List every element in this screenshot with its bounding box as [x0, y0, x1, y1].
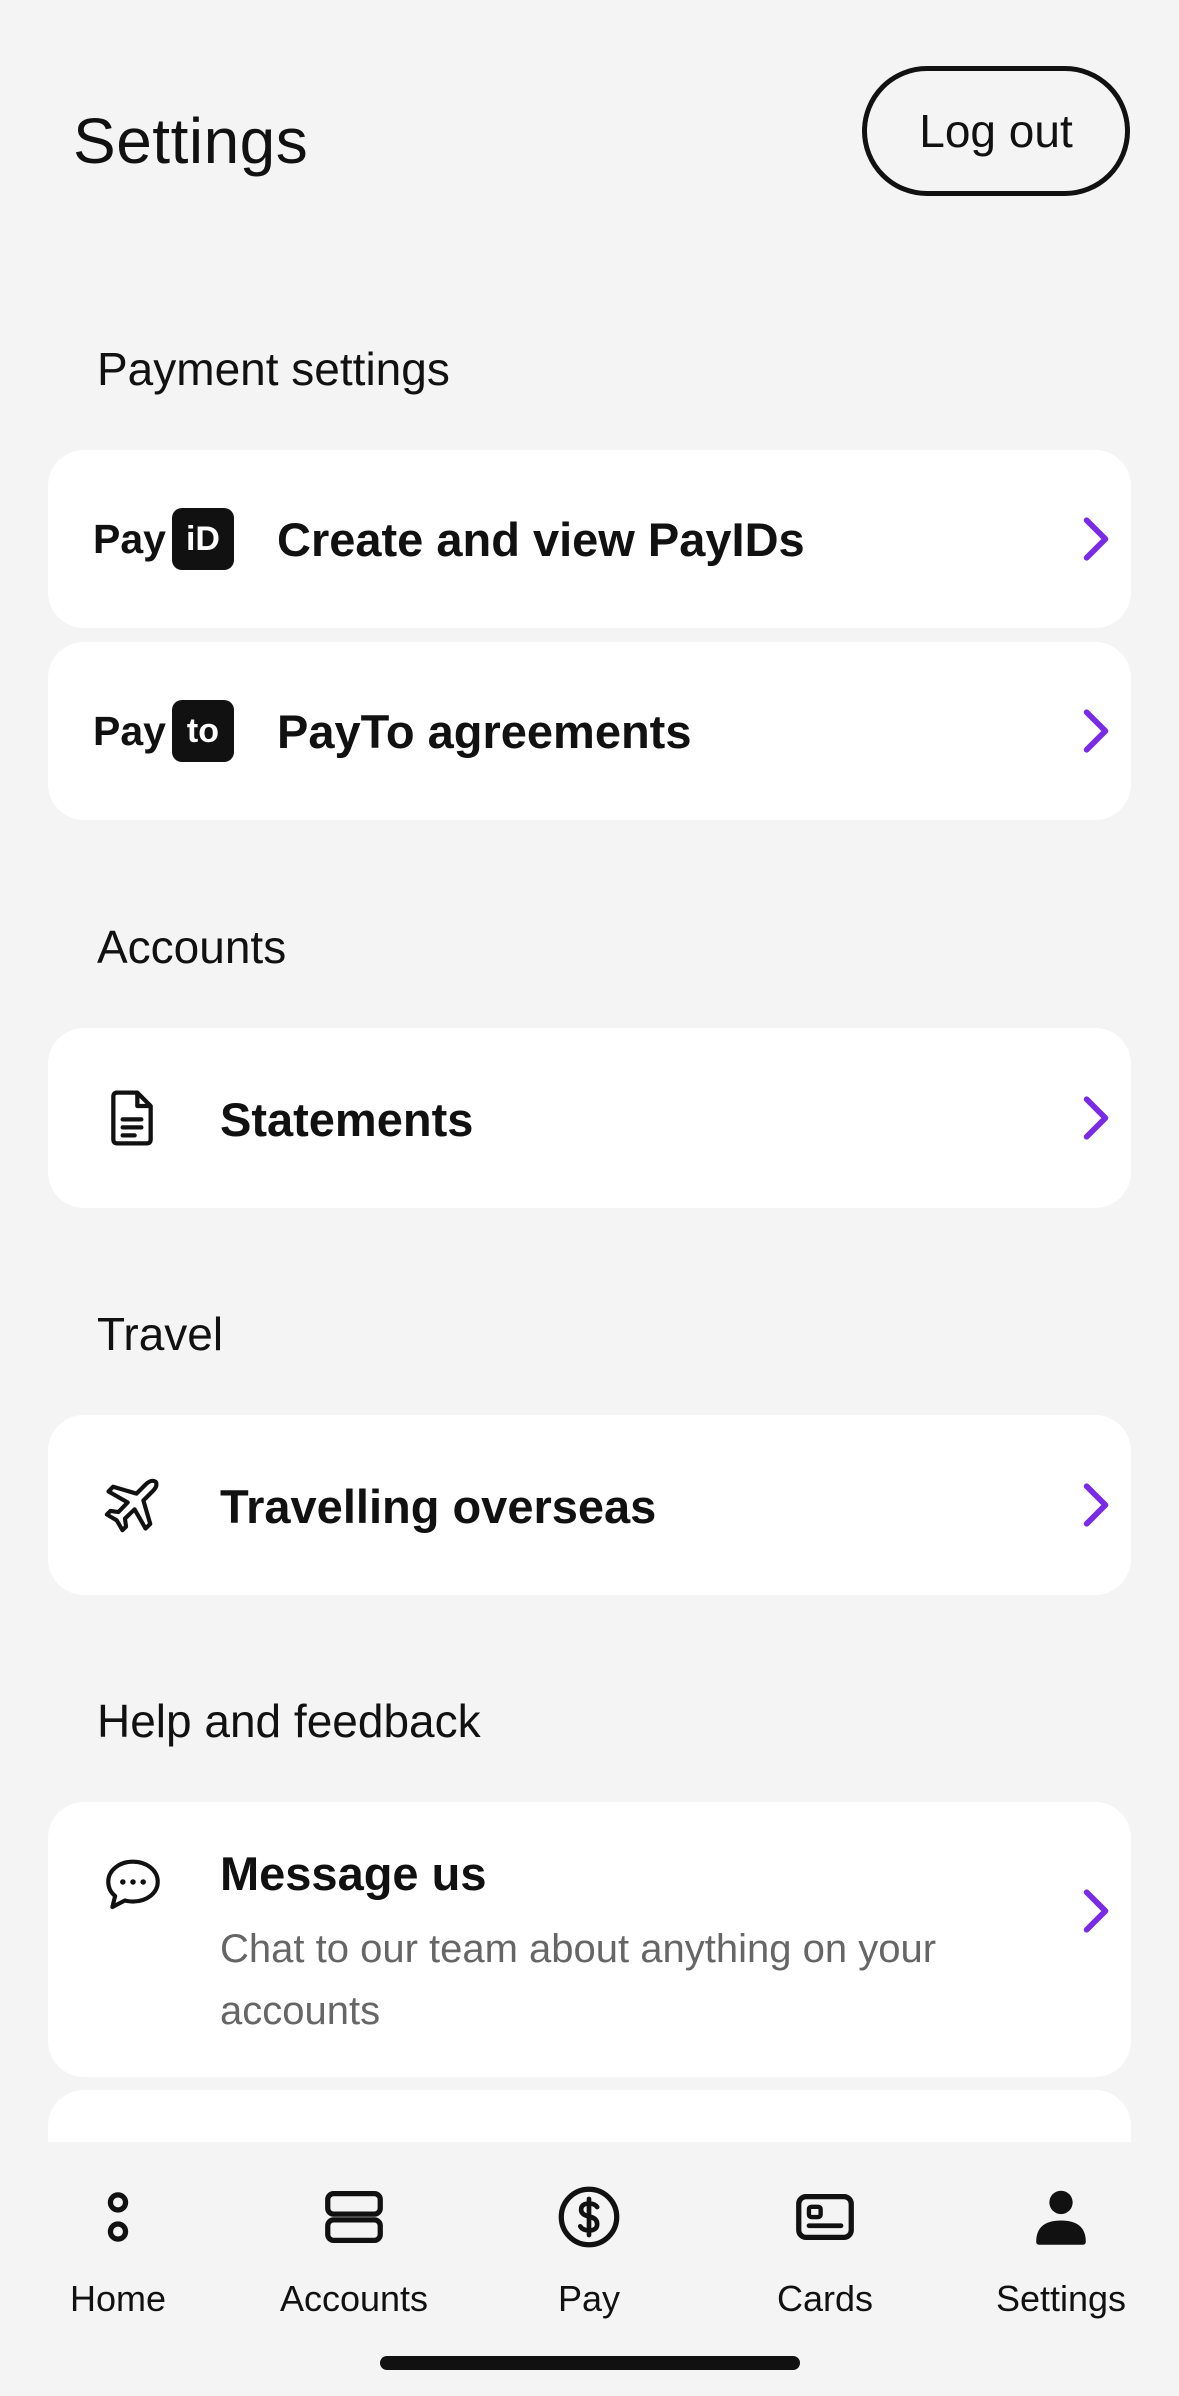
page-title: Settings [73, 105, 309, 177]
tab-accounts-label: Accounts [279, 2278, 429, 2319]
tab-home-label: Home [69, 2278, 167, 2319]
chevron-right-icon [1083, 517, 1109, 561]
header: Settings Log out [0, 0, 1179, 230]
payto-label: PayTo agreements [277, 705, 692, 758]
tab-pay[interactable]: Pay [471, 2182, 707, 2332]
tab-home[interactable]: Home [0, 2182, 236, 2332]
tab-cards[interactable]: Cards [707, 2182, 943, 2332]
message-us-row[interactable]: Message us Chat to our team about anythi… [48, 1802, 1131, 2077]
statements-label: Statements [220, 1093, 474, 1146]
message-us-subtitle-line1: Chat to our team about anything on your [220, 1927, 937, 1971]
payid-label: Create and view PayIDs [277, 513, 805, 566]
dollar-circle-icon [558, 2186, 620, 2248]
payid-row[interactable]: Pay iD Create and view PayIDs [48, 450, 1131, 628]
chevron-right-icon [1083, 1483, 1109, 1527]
travelling-overseas-label: Travelling overseas [220, 1480, 657, 1533]
chat-bubble-icon [106, 1859, 160, 1910]
tab-settings-label: Settings [995, 2278, 1127, 2319]
home-dots-icon [107, 2192, 129, 2242]
home-indicator[interactable] [380, 2356, 800, 2370]
payto-logo-icon: Pay to [93, 700, 234, 762]
tab-settings[interactable]: Settings [943, 2182, 1179, 2332]
person-icon [1036, 2190, 1086, 2245]
section-title-travel: Travel [97, 1308, 224, 1360]
section-title-help: Help and feedback [97, 1695, 481, 1747]
document-icon [111, 1090, 153, 1146]
chevron-right-icon [1083, 1889, 1109, 1933]
statements-row[interactable]: Statements [48, 1028, 1131, 1208]
section-title-accounts: Accounts [97, 921, 287, 973]
accounts-stack-icon [325, 2191, 383, 2243]
travelling-overseas-row[interactable]: Travelling overseas [48, 1415, 1131, 1595]
card-icon [796, 2193, 854, 2241]
tab-accounts[interactable]: Accounts [236, 2182, 472, 2332]
tab-pay-label: Pay [557, 2278, 621, 2319]
logout-button[interactable]: Log out [862, 66, 1130, 196]
section-title-payment: Payment settings [97, 343, 450, 395]
airplane-icon [104, 1478, 159, 1533]
tab-cards-label: Cards [776, 2278, 874, 2319]
chevron-right-icon [1083, 709, 1109, 753]
message-us-subtitle-line2: accounts [220, 1989, 381, 2033]
chevron-right-icon [1083, 1096, 1109, 1140]
payto-row[interactable]: Pay to PayTo agreements [48, 642, 1131, 820]
message-us-label: Message us [220, 1847, 487, 1900]
payid-logo-icon: Pay iD [93, 508, 234, 570]
